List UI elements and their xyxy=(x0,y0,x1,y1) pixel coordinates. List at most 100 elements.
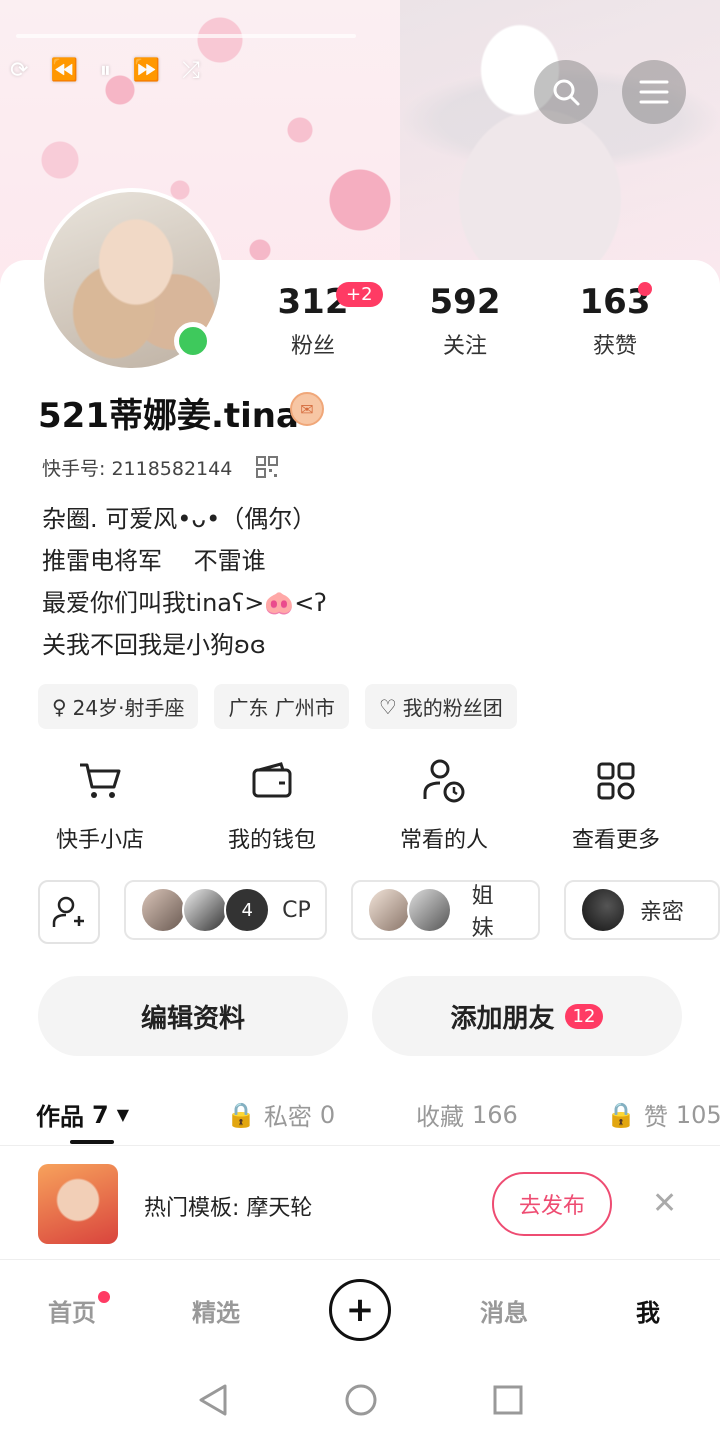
publish-button[interactable]: 去发布 xyxy=(492,1172,612,1236)
menu-button[interactable] xyxy=(622,60,686,124)
profile-actions: 编辑资料 添加朋友 12 xyxy=(38,976,682,1056)
button-label: 添加朋友 xyxy=(450,1003,555,1034)
online-status-dot xyxy=(174,322,212,360)
caret-down-icon: ▼ xyxy=(116,1105,130,1124)
recent-user-icon xyxy=(423,759,465,803)
lock-icon: 🔒 xyxy=(226,1100,256,1129)
search-icon xyxy=(553,79,580,106)
tab-favorites[interactable]: 收藏 166 xyxy=(380,1084,570,1145)
fast-forward-icon: ⏩ xyxy=(132,58,161,83)
likes-notify-dot xyxy=(638,282,652,296)
tag-location[interactable]: 广东 广州市 xyxy=(214,684,349,729)
qr-code-icon[interactable] xyxy=(256,456,278,478)
nav-home[interactable]: 首页 xyxy=(0,1290,144,1328)
avatar xyxy=(579,887,626,933)
stat-likes[interactable]: 163 获赞 xyxy=(560,282,670,360)
edit-profile-button[interactable]: 编辑资料 xyxy=(38,976,348,1056)
profile-name: 521蒂娜姜.tina xyxy=(38,396,299,436)
group-cp[interactable]: 4 CP xyxy=(124,880,327,940)
tab-label: 作品 xyxy=(36,1103,84,1131)
group-sisters[interactable]: 姐妹 xyxy=(350,880,540,941)
more-count: 4 xyxy=(224,887,271,933)
tag-label: 24岁·射手座 xyxy=(72,696,185,720)
avatar xyxy=(182,887,229,933)
quick-tools: 快手小店 我的钱包 常看的人 查看更多 xyxy=(0,758,720,854)
female-icon: ♀ xyxy=(52,694,67,719)
tab-label: 收藏 xyxy=(416,1103,464,1131)
tab-works[interactable]: 作品 7 ▼ xyxy=(0,1084,190,1145)
tool-label: 我的钱包 xyxy=(227,828,316,853)
user-id: 快手号: 2118582144 xyxy=(42,458,233,480)
media-controls: ⟳ ⏪ ⏸ ⏩ ⤮ xyxy=(10,58,200,83)
nav-label: 消息 xyxy=(480,1298,528,1327)
group-label: 亲密 xyxy=(639,900,684,925)
home-icon[interactable] xyxy=(344,1383,378,1417)
nav-create[interactable]: + xyxy=(288,1279,432,1341)
add-user-icon xyxy=(52,896,85,927)
tab-liked[interactable]: 🔒 赞 105 xyxy=(570,1084,720,1145)
tab-label: 赞 xyxy=(643,1103,668,1131)
tag-fan-club[interactable]: ♡ 我的粉丝团 xyxy=(364,684,517,729)
tool-more[interactable]: 查看更多 xyxy=(530,758,702,854)
bottom-nav: 首页 精选 + 消息 我 xyxy=(0,1262,720,1358)
nav-messages[interactable]: 消息 xyxy=(432,1293,576,1328)
cart-icon xyxy=(80,763,121,798)
tab-count: 0 xyxy=(319,1100,336,1129)
tag-age[interactable]: ♀ 24岁·射手座 xyxy=(38,684,199,729)
bio-line: 最爱你们叫我tinaʕ>🐽<ʔ xyxy=(42,589,327,617)
active-tab-indicator xyxy=(70,1140,114,1144)
rewind-icon: ⏪ xyxy=(50,58,78,83)
tool-shop[interactable]: 快手小店 xyxy=(14,758,186,854)
bio-line: 杂圈. 可爱风•ᴗ•（偶尔） xyxy=(42,505,317,533)
nav-me[interactable]: 我 xyxy=(576,1293,720,1328)
tab-private[interactable]: 🔒 私密 0 xyxy=(190,1084,380,1145)
profile-bio: 杂圈. 可爱风•ᴗ•（偶尔） 推雷电将军 不雷谁 最爱你们叫我tinaʕ>🐽<ʔ… xyxy=(42,498,327,666)
fans-new-badge: +2 xyxy=(336,282,383,307)
avatar xyxy=(140,887,187,933)
profile-tags: ♀ 24岁·射手座 广东 广州市 ♡ 我的粉丝团 xyxy=(38,684,517,729)
group-label: CP xyxy=(282,897,311,923)
nav-label: 首页 xyxy=(48,1298,96,1327)
add-friend-button[interactable]: 添加朋友 12 xyxy=(372,976,682,1056)
following-count: 592 xyxy=(429,282,501,322)
close-icon[interactable]: ✕ xyxy=(652,1186,677,1221)
content-tabs: 作品 7 ▼ 🔒 私密 0 收藏 166 🔒 赞 105 xyxy=(0,1084,720,1146)
bio-line: 推雷电将军 不雷谁 xyxy=(42,547,266,575)
avatar xyxy=(366,887,412,933)
recents-icon[interactable] xyxy=(493,1385,523,1415)
tag-label: 我的粉丝团 xyxy=(402,696,503,720)
menu-icon xyxy=(639,80,669,104)
heart-icon: ♡ xyxy=(378,694,397,719)
search-button[interactable] xyxy=(534,60,598,124)
repeat-icon: ⟳ xyxy=(10,58,29,83)
banner-illustration xyxy=(400,0,720,300)
group-label: 姐妹 xyxy=(471,884,494,941)
tool-label: 查看更多 xyxy=(571,828,660,853)
tab-count: 105 xyxy=(675,1100,720,1129)
back-icon[interactable] xyxy=(197,1383,229,1417)
likes-label: 获赞 xyxy=(592,334,637,359)
level-badge-icon[interactable]: ✉ xyxy=(290,392,324,426)
lock-icon: 🔒 xyxy=(606,1100,636,1129)
nav-featured[interactable]: 精选 xyxy=(144,1293,288,1328)
tool-recent[interactable]: 常看的人 xyxy=(358,758,530,854)
tool-wallet[interactable]: 我的钱包 xyxy=(186,758,358,854)
pause-icon: ⏸ xyxy=(99,58,111,83)
bio-line: 关我不回我是小狗ʚɞ xyxy=(42,631,266,659)
relationship-groups: 4 CP 姐妹 亲密 xyxy=(38,880,720,944)
wallet-icon xyxy=(252,762,292,798)
group-intimate[interactable]: 亲密 xyxy=(563,880,720,940)
grid-icon xyxy=(597,762,635,800)
nav-label: 精选 xyxy=(192,1298,240,1327)
tab-count: 166 xyxy=(472,1100,518,1129)
stat-following[interactable]: 592 关注 xyxy=(410,282,520,360)
system-nav-bar xyxy=(0,1360,720,1440)
promo-thumbnail[interactable] xyxy=(38,1164,118,1244)
tab-count: 7 xyxy=(92,1100,109,1129)
template-promo: 热门模板: 摩天轮 去发布 ✕ xyxy=(0,1150,720,1260)
add-relation-button[interactable] xyxy=(38,880,101,944)
plus-icon: + xyxy=(329,1279,391,1341)
tag-label: 广东 广州市 xyxy=(228,696,335,720)
home-notify-dot xyxy=(98,1290,110,1303)
tool-label: 快手小店 xyxy=(55,828,144,853)
